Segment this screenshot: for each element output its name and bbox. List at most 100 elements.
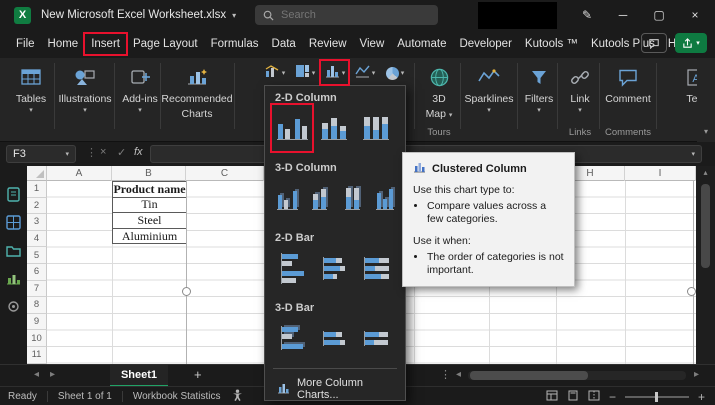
tables-button[interactable]: Tables ▾ — [8, 62, 54, 134]
insert-hierarchy-chart-button[interactable]: ▾ — [292, 62, 318, 84]
status-sheet-count[interactable]: Sheet 1 of 1 — [58, 391, 112, 402]
tab-developer[interactable]: Developer — [457, 35, 513, 53]
add-ins-button[interactable]: Add-ins ▾ — [118, 62, 162, 134]
menu-option-3d-100-stacked-column[interactable] — [338, 176, 367, 220]
menu-option-stacked-bar[interactable] — [315, 246, 353, 290]
insert-line-chart-button[interactable]: ▾ — [352, 62, 378, 84]
sparklines-button[interactable]: Sparklines ▾ — [462, 62, 516, 134]
kutools-chart-icon[interactable] — [5, 270, 22, 287]
kutools-grid-icon[interactable] — [5, 214, 22, 231]
insert-combo-chart-button[interactable]: ▾ — [262, 62, 288, 84]
row-header-3[interactable]: 3 — [27, 214, 47, 231]
tab-review[interactable]: Review — [307, 35, 349, 53]
cell-b1[interactable]: Product name — [112, 181, 187, 198]
cell-b3[interactable]: Steel — [112, 212, 187, 229]
kutools-folder-icon[interactable] — [5, 242, 22, 259]
menu-option-3d-clustered-column[interactable] — [273, 176, 302, 220]
tab-automate[interactable]: Automate — [395, 35, 448, 53]
zoom-slider-thumb[interactable] — [655, 392, 658, 402]
cell-b4[interactable]: Aluminium — [112, 228, 187, 245]
row-header-10[interactable]: 10 — [27, 330, 47, 347]
row-header-1[interactable]: 1 — [27, 181, 47, 198]
name-box-resize-handle[interactable]: ⋮ — [86, 146, 97, 159]
sheet-tab-sheet1[interactable]: Sheet1 — [110, 365, 168, 387]
menu-option-clustered-bar[interactable] — [273, 246, 311, 290]
insert-function-button[interactable]: fx — [134, 146, 143, 158]
scroll-up-icon[interactable]: ▴ — [696, 168, 715, 177]
next-sheet-icon[interactable]: ▸ — [50, 369, 55, 380]
menu-option-3d-column[interactable] — [371, 176, 400, 220]
row-header-8[interactable]: 8 — [27, 297, 47, 314]
new-comment-button[interactable]: Comment — [602, 62, 654, 134]
chart-resize-handle-left[interactable] — [182, 287, 191, 296]
column-header-c[interactable]: C — [186, 166, 264, 181]
menu-option-100-stacked-bar[interactable] — [357, 246, 395, 290]
tab-bar-options-icon[interactable]: ⋮ — [440, 368, 451, 381]
cancel-entry-icon[interactable]: × — [100, 146, 106, 158]
more-column-charts-item[interactable]: More Column Charts... — [271, 373, 399, 403]
zoom-in-button[interactable]: + — [698, 390, 705, 404]
insert-pie-chart-button[interactable]: ▾ — [382, 62, 408, 84]
page-layout-view-icon[interactable] — [567, 390, 579, 404]
menu-option-3d-100-stacked-bar[interactable] — [357, 316, 395, 360]
filters-button[interactable]: Filters ▾ — [520, 62, 558, 134]
horizontal-scrollbar[interactable] — [468, 371, 686, 380]
vertical-scrollbar-thumb[interactable] — [701, 184, 710, 268]
row-header-11[interactable]: 11 — [27, 347, 47, 364]
scroll-right-icon[interactable]: ▸ — [694, 369, 699, 380]
row-header-2[interactable]: 2 — [27, 198, 47, 215]
illustrations-button[interactable]: Illustrations ▾ — [58, 62, 112, 134]
menu-option-3d-stacked-bar[interactable] — [315, 316, 353, 360]
add-sheet-button[interactable]: + — [194, 367, 202, 382]
recommended-charts-button[interactable]: Recommended Charts — [164, 62, 230, 134]
3d-map-button[interactable]: 3D Map ▾ — [418, 62, 460, 134]
kutools-settings-icon[interactable] — [5, 298, 22, 315]
close-button[interactable]: × — [678, 0, 712, 30]
tab-formulas[interactable]: Formulas — [209, 35, 261, 53]
kutools-workbook-icon[interactable] — [5, 186, 22, 203]
column-header-a[interactable]: A — [47, 166, 112, 181]
normal-view-icon[interactable] — [546, 390, 558, 404]
search-box[interactable] — [255, 5, 438, 25]
search-input[interactable] — [281, 9, 411, 21]
tab-data[interactable]: Data — [270, 35, 298, 53]
horizontal-scrollbar-thumb[interactable] — [470, 371, 588, 380]
menu-option-100-stacked-column[interactable] — [357, 106, 395, 150]
select-all-corner[interactable] — [27, 166, 47, 181]
zoom-out-button[interactable]: − — [609, 390, 616, 404]
zoom-slider[interactable] — [625, 396, 689, 398]
column-header-b[interactable]: B — [112, 166, 186, 181]
row-header-5[interactable]: 5 — [27, 247, 47, 264]
accessibility-icon[interactable] — [232, 389, 243, 404]
tab-home[interactable]: Home — [46, 35, 81, 53]
tab-insert[interactable]: Insert — [89, 35, 122, 53]
cell-b2[interactable]: Tin — [112, 197, 187, 214]
menu-option-3d-clustered-bar[interactable] — [273, 316, 311, 360]
scroll-left-icon[interactable]: ◂ — [456, 369, 461, 380]
menu-option-3d-stacked-column[interactable] — [306, 176, 335, 220]
collapse-ribbon-button[interactable]: ▾ — [697, 58, 715, 142]
row-header-4[interactable]: 4 — [27, 231, 47, 248]
maximize-button[interactable]: ▢ — [642, 0, 676, 30]
status-workbook-statistics[interactable]: Workbook Statistics — [133, 391, 221, 402]
chart-resize-handle-right[interactable] — [687, 287, 696, 296]
row-header-9[interactable]: 9 — [27, 314, 47, 331]
row-header-6[interactable]: 6 — [27, 264, 47, 281]
tab-file[interactable]: File — [14, 35, 37, 53]
tab-view[interactable]: View — [358, 35, 387, 53]
title-dropdown-icon[interactable]: ▾ — [232, 11, 236, 20]
name-box[interactable]: F3 ▾ — [6, 145, 76, 163]
menu-option-stacked-column[interactable] — [315, 106, 353, 150]
column-header-i[interactable]: I — [625, 166, 696, 181]
link-button[interactable]: Link ▾ — [560, 62, 600, 134]
insert-column-or-bar-chart-button[interactable]: ▾ — [322, 62, 348, 84]
vertical-scrollbar[interactable]: ▴ — [696, 166, 715, 364]
tab-page-layout[interactable]: Page Layout — [131, 35, 200, 53]
page-break-view-icon[interactable] — [588, 390, 600, 404]
menu-option-clustered-column[interactable] — [273, 106, 311, 150]
tab-kutools[interactable]: Kutools ™ — [523, 35, 580, 53]
share-button[interactable]: ▾ — [675, 33, 707, 53]
row-header-7[interactable]: 7 — [27, 281, 47, 298]
minimize-button[interactable]: ─ — [606, 0, 640, 30]
pen-icon[interactable]: ✎ — [570, 0, 604, 30]
